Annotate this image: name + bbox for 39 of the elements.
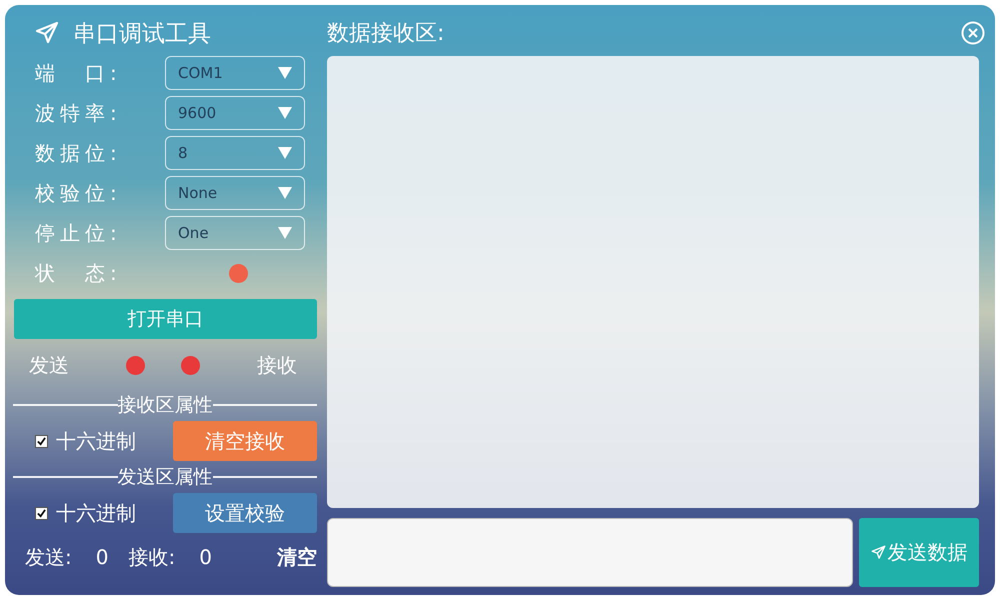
indicator-label: 发送 — [29, 352, 69, 378]
setting-label: 校验位: — [35, 180, 123, 206]
receive-area-title: 数据接收区: — [327, 20, 444, 48]
setting-label: 波特率: — [35, 100, 123, 126]
sent-label: 发送: — [25, 544, 72, 570]
setting-select[interactable]: 8 — [165, 136, 305, 170]
section-title: 接收区属性 — [118, 393, 212, 418]
setting-select[interactable]: One — [165, 216, 305, 250]
received-count: 0 — [199, 545, 212, 569]
sent-count: 0 — [96, 545, 108, 569]
dropdown-icon — [278, 187, 292, 199]
dropdown-icon — [278, 227, 292, 239]
received-label: 接收: — [128, 544, 176, 570]
setting-label: 端 口: — [35, 60, 123, 86]
section-title: 发送区属性 — [118, 465, 212, 490]
dropdown-icon — [278, 67, 292, 79]
clear-receive-button[interactable]: 清空接收 — [173, 421, 317, 461]
hex-checkbox[interactable]: 十六进制 — [35, 428, 136, 454]
checkbox[interactable] — [35, 506, 48, 520]
setting-select[interactable]: None — [165, 176, 305, 210]
setting-select[interactable]: 9600 — [165, 96, 305, 130]
checkbox[interactable] — [35, 434, 48, 448]
setting-select[interactable]: COM1 — [165, 56, 305, 90]
dropdown-icon — [278, 107, 292, 119]
indicator-label: 接收 — [256, 352, 297, 378]
dropdown-icon — [278, 147, 292, 159]
hex-checkbox[interactable]: 十六进制 — [35, 500, 136, 526]
send-input-field[interactable] — [327, 518, 853, 587]
clear-counters-button[interactable]: 清空 — [277, 544, 317, 570]
set-checksum-button[interactable]: 设置校验 — [173, 493, 317, 533]
open-port-button[interactable]: 打开串口 — [14, 299, 317, 339]
send-data-button[interactable]: 发送数据 — [859, 518, 979, 587]
paper-plane-icon — [870, 545, 886, 560]
close-icon[interactable] — [961, 21, 985, 45]
setting-label: 状 态: — [35, 260, 123, 286]
app-title: 串口调试工具 — [73, 20, 211, 48]
setting-label: 停止位: — [35, 220, 123, 246]
setting-label: 数据位: — [35, 140, 123, 166]
paper-plane-icon — [35, 21, 59, 45]
